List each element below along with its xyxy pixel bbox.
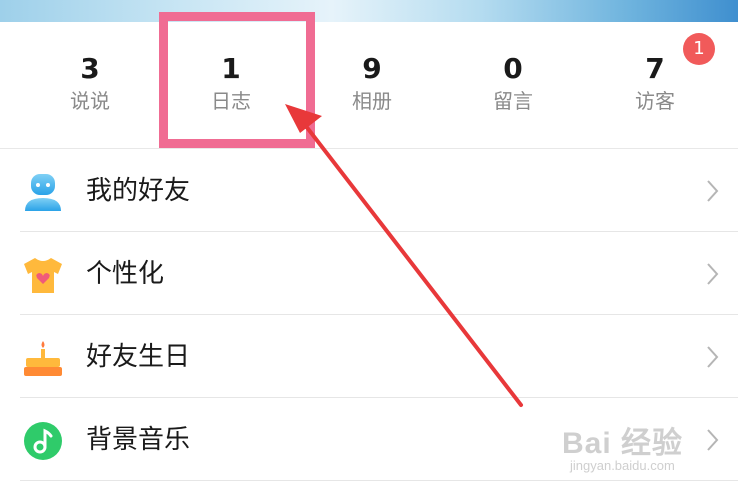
watermark-url: jingyan.baidu.com <box>570 458 675 473</box>
baidu-jingyan-watermark: Bai 经验 jingyan.baidu.com <box>562 418 683 473</box>
watermark-logo: Bai 经验 <box>562 427 684 460</box>
